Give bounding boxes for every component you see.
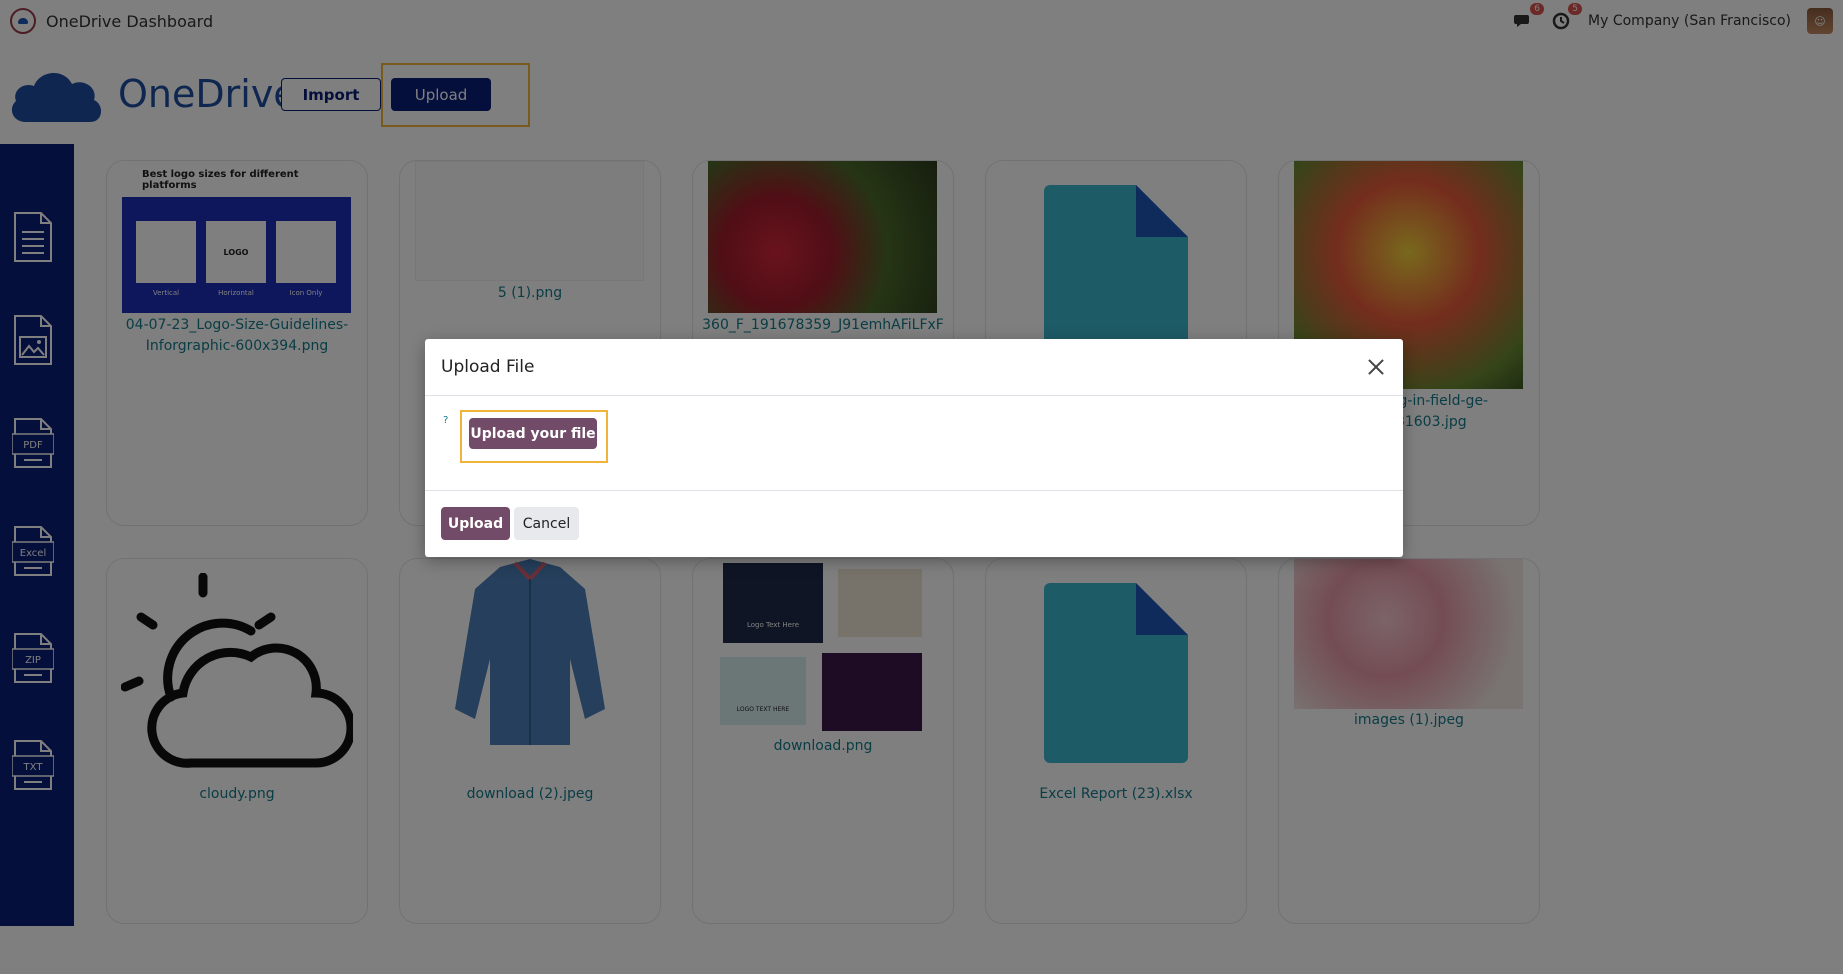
dialog-body: ? Upload your file <box>425 396 1403 491</box>
dialog-header: Upload File <box>425 339 1403 396</box>
upload-your-file-button[interactable]: Upload your file <box>469 418 597 449</box>
close-icon[interactable] <box>1365 356 1387 378</box>
help-tooltip-icon[interactable]: ? <box>443 415 448 426</box>
upload-file-dialog: Upload File ? Upload your file Upload Ca… <box>425 339 1403 557</box>
dialog-title: Upload File <box>441 357 535 377</box>
dialog-cancel-button[interactable]: Cancel <box>514 507 579 540</box>
dialog-upload-button[interactable]: Upload <box>441 507 510 540</box>
dialog-footer: Upload Cancel <box>425 491 1403 557</box>
